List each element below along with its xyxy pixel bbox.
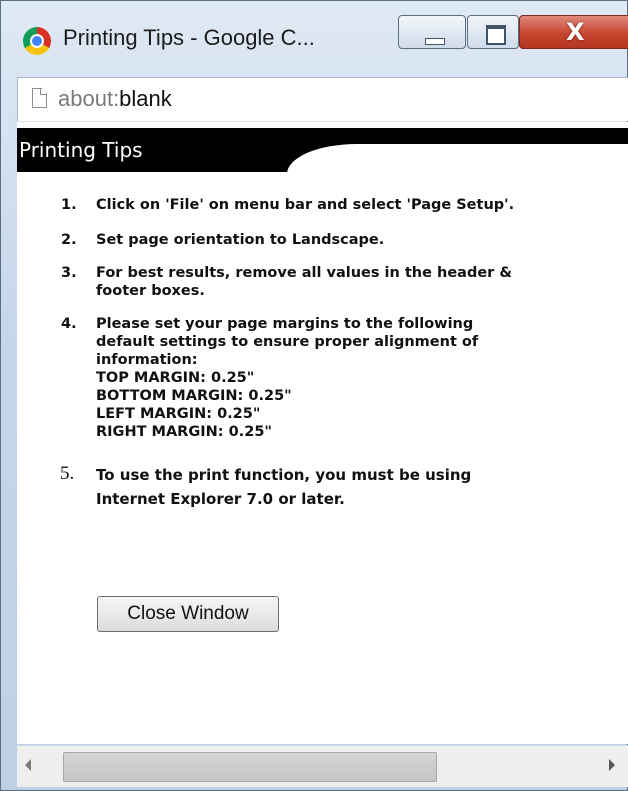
- window-title: Printing Tips - Google C...: [63, 25, 315, 50]
- page-header: Printing Tips: [17, 128, 628, 184]
- chrome-icon: [23, 27, 51, 55]
- list-item-number: 2.: [61, 232, 77, 248]
- close-button[interactable]: X: [519, 15, 628, 49]
- list-item-text: Please set your page margins to the foll…: [96, 316, 479, 440]
- list-item: 4. Please set your page margins to the f…: [17, 315, 628, 441]
- minimize-button[interactable]: [398, 15, 466, 49]
- browser-window: Printing Tips - Google C... X about:blan…: [0, 0, 628, 791]
- page-icon: [32, 88, 47, 108]
- list-item: 3. For best results, remove all values i…: [17, 264, 628, 300]
- list-item-text: Set page orientation to Landscape.: [96, 232, 385, 248]
- page-content: Printing Tips 1. Click on 'File' on menu…: [17, 122, 628, 744]
- address-bar[interactable]: about:blank: [17, 77, 628, 121]
- url-text[interactable]: about:blank: [58, 86, 172, 112]
- list-item: 5. To use the print function, you must b…: [17, 463, 628, 511]
- close-icon: X: [566, 18, 585, 46]
- maximize-button[interactable]: [467, 15, 519, 49]
- list-item: 2. Set page orientation to Landscape.: [17, 231, 628, 249]
- list-item-text: For best results, remove all values in t…: [96, 265, 513, 299]
- scrollbar-thumb[interactable]: [63, 752, 437, 782]
- list-item-text: To use the print function, you must be u…: [96, 466, 472, 508]
- page-title: Printing Tips: [19, 138, 143, 162]
- minimize-icon: [425, 38, 445, 45]
- list-item-number: 5.: [60, 463, 75, 484]
- header-curve: [287, 144, 628, 184]
- list-item-number: 1.: [61, 197, 77, 213]
- arrow-left-icon[interactable]: [25, 759, 31, 771]
- arrow-right-icon[interactable]: [609, 759, 615, 771]
- horizontal-scrollbar[interactable]: [17, 745, 628, 787]
- list-item: 1. Click on 'File' on menu bar and selec…: [17, 196, 628, 214]
- tips-list: 1. Click on 'File' on menu bar and selec…: [17, 196, 628, 511]
- title-bar[interactable]: Printing Tips - Google C... X: [1, 1, 628, 67]
- close-window-button[interactable]: Close Window: [97, 596, 279, 632]
- url-path: blank: [119, 86, 172, 111]
- list-item-number: 4.: [61, 316, 77, 332]
- url-scheme: about:: [58, 86, 120, 111]
- list-item-text: Click on 'File' on menu bar and select '…: [96, 197, 515, 213]
- list-item-number: 3.: [61, 265, 77, 281]
- maximize-icon: [486, 25, 506, 45]
